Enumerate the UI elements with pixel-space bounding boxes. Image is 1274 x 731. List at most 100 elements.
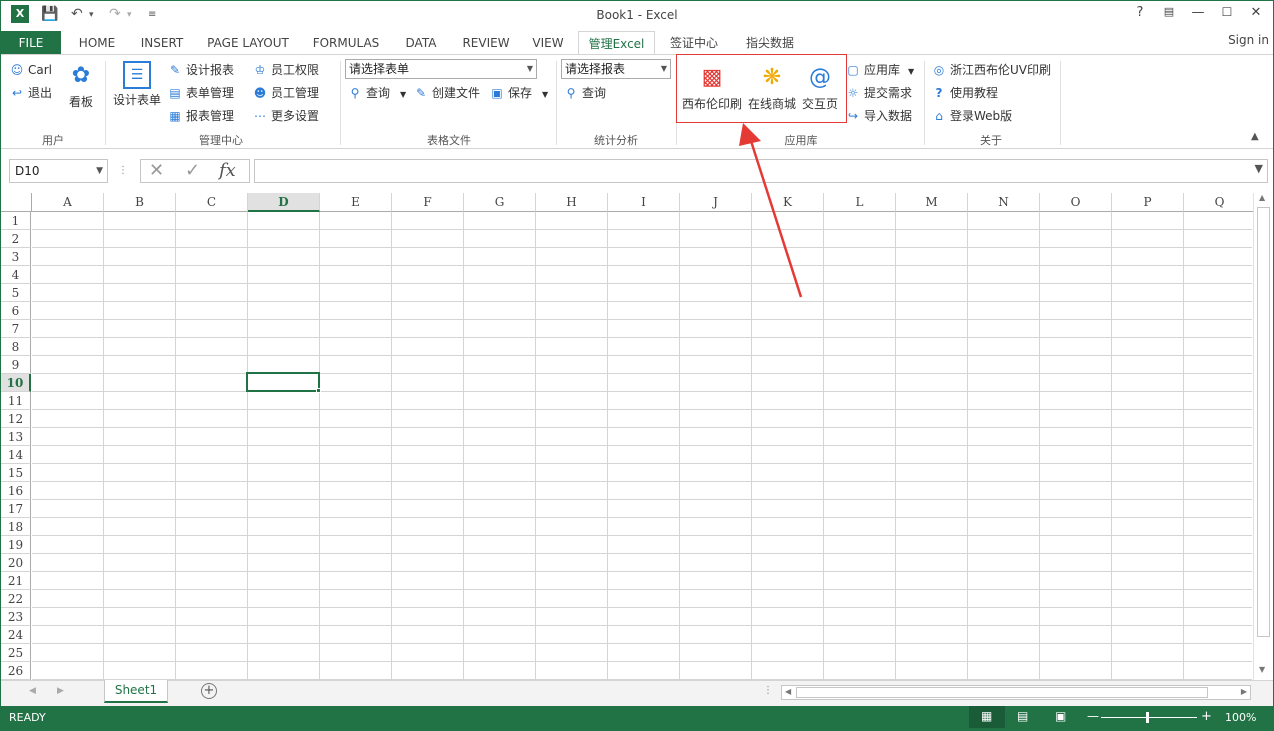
fill-handle[interactable] (316, 388, 321, 393)
row-header[interactable]: 9 (1, 356, 31, 374)
function-icon[interactable]: fx (219, 159, 236, 183)
horizontal-scroll-thumb[interactable] (796, 687, 1208, 698)
user-button[interactable]: ☺ Carl (9, 60, 52, 80)
name-box[interactable]: D10 ▼ (9, 159, 108, 183)
web-login-link[interactable]: ⌂ 登录Web版 (931, 106, 1012, 126)
close-icon[interactable]: ✕ (1245, 5, 1267, 25)
staff-manage-button[interactable]: ☻ 员工管理 (252, 83, 319, 103)
selected-cell[interactable] (246, 372, 320, 392)
column-header[interactable]: K (752, 193, 824, 212)
column-header[interactable]: H (536, 193, 608, 212)
vertical-scroll-thumb[interactable] (1257, 207, 1270, 637)
column-header[interactable]: G (464, 193, 536, 212)
zoom-level[interactable]: 100% (1225, 711, 1256, 724)
scroll-up-icon[interactable]: ▲ (1259, 193, 1265, 202)
column-header[interactable]: D (248, 193, 320, 212)
enter-icon[interactable]: ✓ (185, 159, 200, 183)
form-manage-button[interactable]: ▤ 表单管理 (167, 83, 234, 103)
expand-formula-icon[interactable]: ▼ (1255, 162, 1263, 175)
minimize-icon[interactable]: — (1187, 5, 1209, 25)
tab-data[interactable]: DATA (395, 31, 447, 55)
import-data-button[interactable]: ↪ 导入数据 (845, 106, 912, 126)
row-header[interactable]: 15 (1, 464, 31, 482)
row-header[interactable]: 1 (1, 212, 31, 230)
row-header[interactable]: 21 (1, 572, 31, 590)
column-header[interactable]: P (1112, 193, 1184, 212)
tab-visa-center[interactable]: 签证中心 (661, 31, 727, 55)
normal-view-button[interactable]: ▦ (969, 706, 1005, 728)
row-header[interactable]: 17 (1, 500, 31, 518)
select-form-dropdown[interactable]: 请选择表单 ▼ (345, 59, 537, 79)
row-header[interactable]: 11 (1, 392, 31, 410)
row-header[interactable]: 3 (1, 248, 31, 266)
row-header[interactable]: 10 (1, 374, 31, 392)
more-options-icon[interactable]: ⋮ (118, 159, 128, 183)
prev-sheet-icon[interactable]: ◀ (29, 686, 36, 696)
column-header[interactable]: L (824, 193, 896, 212)
kanban-button[interactable]: ✿ 看板 (63, 61, 99, 110)
tab-view[interactable]: VIEW (525, 31, 571, 55)
row-header[interactable]: 12 (1, 410, 31, 428)
scroll-right-icon[interactable]: ▶ (1241, 687, 1247, 696)
scroll-left-icon[interactable]: ◀ (785, 687, 791, 696)
row-header[interactable]: 16 (1, 482, 31, 500)
logout-button[interactable]: ↩ 退出 (9, 83, 52, 103)
page-break-view-icon[interactable]: ▣ (1055, 709, 1066, 723)
row-header[interactable]: 8 (1, 338, 31, 356)
help-button[interactable]: ? (1129, 5, 1151, 25)
tab-manage-excel[interactable]: 管理Excel (578, 31, 655, 55)
column-header[interactable]: I (608, 193, 680, 212)
horizontal-scrollbar[interactable]: ◀ ▶ (781, 685, 1251, 700)
zoom-out-icon[interactable]: — (1087, 709, 1099, 723)
column-header[interactable]: Q (1184, 193, 1256, 212)
tab-review[interactable]: REVIEW (455, 31, 517, 55)
tab-file[interactable]: FILE (1, 31, 61, 55)
tab-insert[interactable]: INSERT (133, 31, 191, 55)
vertical-scrollbar[interactable]: ▲ ▼ (1253, 193, 1273, 680)
tab-home[interactable]: HOME (71, 31, 123, 55)
column-header[interactable]: B (104, 193, 176, 212)
zoom-in-icon[interactable]: + (1201, 709, 1212, 724)
design-report-button[interactable]: ✎ 设计报表 (167, 60, 234, 80)
sheet-tab-sheet1[interactable]: Sheet1 (104, 680, 168, 703)
select-report-dropdown[interactable]: 请选择报表 ▼ (561, 59, 671, 79)
next-sheet-icon[interactable]: ▶ (57, 686, 64, 696)
row-header[interactable]: 5 (1, 284, 31, 302)
tutorial-link[interactable]: ? 使用教程 (931, 83, 999, 103)
split-handle-icon[interactable]: ⋮ (763, 685, 773, 696)
report-manage-button[interactable]: ▦ 报表管理 (167, 106, 234, 126)
column-header[interactable]: E (320, 193, 392, 212)
row-header[interactable]: 23 (1, 608, 31, 626)
scroll-down-icon[interactable]: ▼ (1259, 665, 1265, 674)
row-header[interactable]: 22 (1, 590, 31, 608)
stats-query-button[interactable]: ⚲ 查询 (563, 83, 606, 103)
row-header[interactable]: 13 (1, 428, 31, 446)
query-button[interactable]: ⚲ 查询 ▼ (347, 83, 407, 103)
maximize-icon[interactable]: ☐ (1216, 5, 1238, 25)
row-header[interactable]: 26 (1, 662, 31, 680)
design-form-button[interactable]: ☰ 设计表单 (109, 61, 165, 108)
uv-print-link[interactable]: ◎ 浙江西布伦UV印刷 (931, 60, 1051, 80)
row-header[interactable]: 4 (1, 266, 31, 284)
tab-page-layout[interactable]: PAGE LAYOUT (199, 31, 297, 55)
column-header[interactable]: J (680, 193, 752, 212)
more-settings-button[interactable]: ⋯ 更多设置 (252, 106, 319, 126)
column-header[interactable]: M (896, 193, 968, 212)
cancel-icon[interactable]: ✕ (149, 159, 164, 183)
zoom-slider-thumb[interactable] (1146, 712, 1149, 723)
formula-input[interactable]: ▼ (254, 159, 1268, 183)
row-header[interactable]: 20 (1, 554, 31, 572)
row-header[interactable]: 25 (1, 644, 31, 662)
app-store-button[interactable]: ▢ 应用库 ▼ (845, 60, 914, 80)
ribbon-display-icon[interactable]: ▤ (1158, 5, 1180, 25)
submit-request-button[interactable]: ☼ 提交需求 (845, 83, 912, 103)
tab-fingertip-data[interactable]: 指尖数据 (737, 31, 803, 55)
select-all-corner[interactable] (1, 193, 32, 212)
create-file-button[interactable]: ✎ 创建文件 (413, 83, 480, 103)
column-header[interactable]: C (176, 193, 248, 212)
column-header[interactable]: F (392, 193, 464, 212)
row-header[interactable]: 14 (1, 446, 31, 464)
row-header[interactable]: 2 (1, 230, 31, 248)
row-header[interactable]: 19 (1, 536, 31, 554)
tab-formulas[interactable]: FORMULAS (305, 31, 387, 55)
